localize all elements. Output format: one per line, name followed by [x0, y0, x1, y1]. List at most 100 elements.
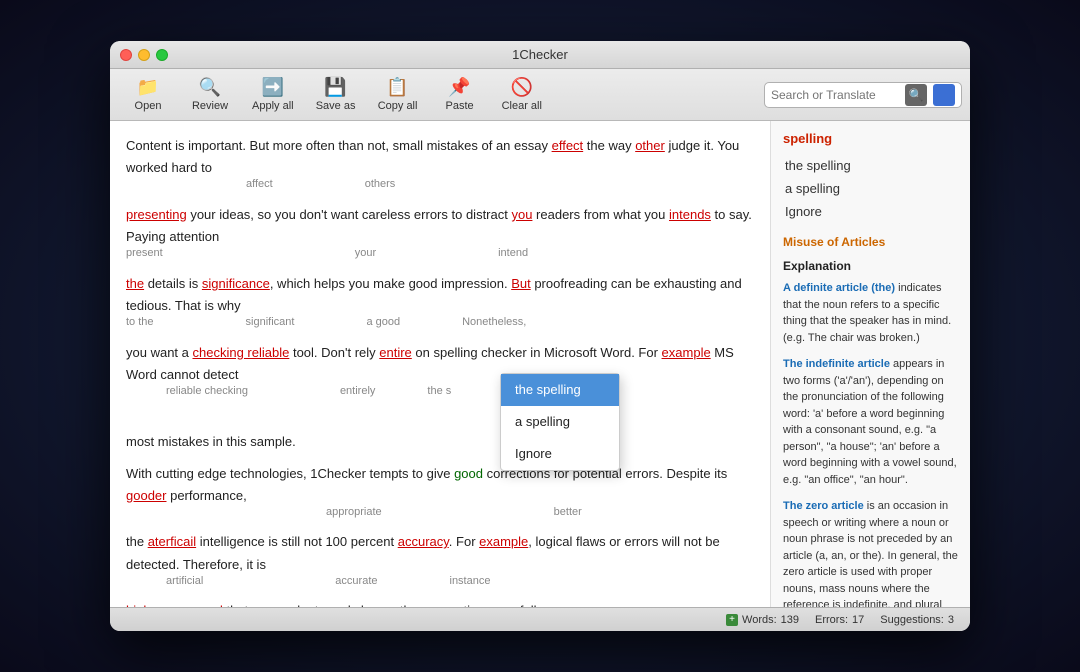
- errors-status: Errors: 17: [815, 614, 864, 626]
- search-button[interactable]: 🔍: [905, 84, 927, 106]
- save-as-label: Save as: [316, 100, 356, 112]
- open-button[interactable]: 📁 Open: [118, 73, 178, 117]
- dropdown-item-2[interactable]: Ignore: [501, 438, 619, 470]
- error-high[interactable]: high: [126, 603, 151, 607]
- text: , which helps you make good impression.: [270, 276, 511, 291]
- spelling-dropdown: the spelling a spelling Ignore: [500, 373, 620, 471]
- error-example1[interactable]: example: [662, 345, 711, 360]
- words-value: 139: [781, 614, 799, 626]
- window-title: 1Checker: [512, 47, 568, 62]
- explanation-definite: A definite article (the) indicates that …: [779, 278, 962, 348]
- translate-button[interactable]: [933, 84, 955, 106]
- error-checking[interactable]: checking reliable: [193, 345, 290, 360]
- toolbar: 📁 Open 🔍 Review ➡️ Apply all 💾 Save as 📋…: [110, 69, 970, 121]
- maximize-button[interactable]: [156, 49, 168, 61]
- explanation-title: Explanation: [779, 257, 962, 275]
- text: most mistakes in this sample.: [126, 434, 296, 449]
- apply-all-button[interactable]: ➡️ Apply all: [242, 73, 304, 117]
- sidebar-item-1[interactable]: a spelling: [779, 177, 962, 200]
- apply-all-label: Apply all: [252, 100, 294, 112]
- title-bar: 1Checker: [110, 41, 970, 69]
- traffic-lights: [120, 49, 168, 61]
- words-label: Words:: [742, 614, 777, 626]
- definite-article-link: A definite article (the): [783, 282, 895, 294]
- paste-icon: 📌: [448, 77, 470, 98]
- hint-row-4: reliable checking entirely the s example…: [126, 382, 754, 401]
- paragraph-5: most mistakes in this sample.: [126, 431, 754, 453]
- status-bar: + Words: 139 Errors: 17 Suggestions: 3: [110, 607, 970, 631]
- save-as-icon: 💾: [324, 77, 346, 98]
- errors-label: Errors:: [815, 614, 848, 626]
- errors-value: 17: [852, 614, 864, 626]
- clear-all-label: Clear all: [502, 100, 542, 112]
- clear-all-button[interactable]: 🚫 Clear all: [492, 73, 552, 117]
- error-significance[interactable]: significance: [202, 276, 270, 291]
- error-gooder[interactable]: gooder: [126, 488, 166, 503]
- text: With cutting edge technologies, 1Checker…: [126, 466, 454, 481]
- suggestions-status: Suggestions: 3: [880, 614, 954, 626]
- search-input[interactable]: [771, 88, 901, 102]
- error-other[interactable]: other: [635, 138, 665, 153]
- sidebar: spelling the spelling a spelling Ignore …: [770, 121, 970, 607]
- save-as-button[interactable]: 💾 Save as: [306, 73, 366, 117]
- indefinite-article-link: The indefinite article: [783, 358, 890, 370]
- paste-button[interactable]: 📌 Paste: [430, 73, 490, 117]
- paste-label: Paste: [446, 100, 474, 112]
- text: that you evaluate and choose the suggest…: [223, 603, 546, 607]
- text: tool. Don't rely: [289, 345, 379, 360]
- error-aterficail[interactable]: aterficail: [148, 534, 196, 549]
- spelling-header: spelling: [779, 129, 962, 148]
- review-button[interactable]: 🔍 Review: [180, 73, 240, 117]
- content-area: Content is important. But more often tha…: [110, 121, 970, 607]
- copy-all-button[interactable]: 📋 Copy all: [368, 73, 428, 117]
- zero-article-link: The zero article: [783, 500, 864, 512]
- text: the: [126, 534, 148, 549]
- error-but[interactable]: But: [511, 276, 531, 291]
- paragraph-1: Content is important. But more often tha…: [126, 135, 754, 194]
- error-accuracy[interactable]: accuracy: [398, 534, 449, 549]
- error-presenting[interactable]: presenting: [126, 207, 187, 222]
- sidebar-item-0[interactable]: the spelling: [779, 154, 962, 177]
- hint-row-7: artificial accurate instance: [126, 572, 754, 591]
- paragraph-6: With cutting edge technologies, 1Checker…: [126, 463, 754, 522]
- error-effect[interactable]: effect: [552, 138, 584, 153]
- hint-row-6: appropriate better: [126, 503, 754, 522]
- copy-all-icon: 📋: [386, 77, 408, 98]
- text: Content is important. But more often tha…: [126, 138, 552, 153]
- text: the way: [583, 138, 635, 153]
- paragraph-7: the aterficail intelligence is still not…: [126, 531, 754, 590]
- text: performance,: [166, 488, 246, 503]
- words-status: + Words: 139: [726, 614, 799, 626]
- clear-all-icon: 🚫: [511, 77, 533, 98]
- close-button[interactable]: [120, 49, 132, 61]
- copy-all-label: Copy all: [378, 100, 418, 112]
- minimize-button[interactable]: [138, 49, 150, 61]
- error-you[interactable]: you: [511, 207, 532, 222]
- hint-row-1: affect others: [126, 175, 754, 194]
- explanation-zero: The zero article is an occasion in speec…: [779, 496, 962, 607]
- suggestions-label: Suggestions:: [880, 614, 944, 626]
- text: on spelling checker in Microsoft Word. F…: [412, 345, 662, 360]
- apply-all-icon: ➡️: [262, 77, 284, 98]
- suggestions-value: 3: [948, 614, 954, 626]
- search-box: 🔍: [764, 82, 962, 108]
- app-window: 1Checker 📁 Open 🔍 Review ➡️ Apply all 💾 …: [110, 41, 970, 631]
- hint-row-3: to the significant a good Nonetheless,: [126, 313, 754, 332]
- review-label: Review: [192, 100, 228, 112]
- hint-row-2: present your intend: [126, 244, 754, 263]
- paragraph-8: high recommend that you evaluate and cho…: [126, 600, 754, 607]
- error-entire[interactable]: entire: [379, 345, 412, 360]
- misuse-title: Misuse of Articles: [779, 233, 962, 251]
- dropdown-item-1[interactable]: a spelling: [501, 406, 619, 438]
- correct-good: good: [454, 466, 483, 481]
- error-intends[interactable]: intends: [669, 207, 711, 222]
- sidebar-item-2[interactable]: Ignore: [779, 200, 962, 223]
- main-editor[interactable]: Content is important. But more often tha…: [110, 121, 770, 607]
- dropdown-item-0[interactable]: the spelling: [501, 374, 619, 406]
- text: readers from what you: [532, 207, 669, 222]
- error-recommend[interactable]: recommend: [154, 603, 223, 607]
- error-example2[interactable]: example: [479, 534, 528, 549]
- paragraph-4: you want a checking reliable tool. Don't…: [126, 342, 754, 401]
- open-icon: 📁: [137, 77, 159, 98]
- error-the[interactable]: the: [126, 276, 144, 291]
